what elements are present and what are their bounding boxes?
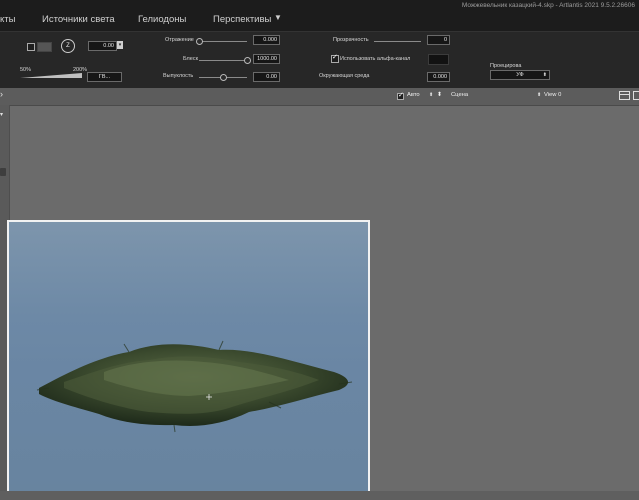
scroll-handle[interactable] [0, 168, 6, 176]
alpha-color-swatch[interactable] [428, 54, 449, 65]
viewport-toolbar: › Авто ⬍ ⬍ Сцена ⬍ View 0 [0, 88, 639, 106]
transparency-field[interactable]: 0 [427, 35, 450, 45]
projection-label: Проецирова [490, 63, 522, 69]
reflection-slider-track[interactable] [199, 41, 247, 42]
updown-arrows-icon: ⬍ [437, 92, 442, 98]
stepper-icon[interactable]: ▾ [117, 41, 123, 49]
layout-icon[interactable] [633, 91, 639, 100]
option-checkbox[interactable] [27, 43, 35, 51]
alpha-checkbox[interactable] [331, 53, 339, 63]
updown-arrows-icon: ⬍ [537, 92, 542, 98]
reflection-label: Отражение [165, 37, 194, 43]
environment-field[interactable]: 0.000 [427, 72, 450, 82]
alpha-label: Использовать альфа-канал [340, 56, 411, 62]
focal-letter: Z [66, 43, 70, 49]
tab-perspectives[interactable]: Перспективы [213, 14, 271, 25]
tab-objects[interactable]: кты [0, 14, 15, 25]
shine-slider-knob[interactable] [244, 57, 251, 64]
updown-arrows-icon[interactable]: ⬍ [429, 92, 433, 98]
render-preview[interactable] [7, 220, 370, 494]
focal-dial-icon[interactable]: Z [61, 39, 75, 53]
updown-arrows-icon: ⬍ [542, 72, 547, 78]
transparency-slider-track[interactable] [374, 41, 421, 42]
chevron-right-icon[interactable]: › [0, 89, 3, 99]
focal-value-field[interactable]: 0.00 [88, 41, 117, 51]
juniper-render-image [36, 340, 353, 433]
shine-field[interactable]: 1000.00 [253, 54, 280, 64]
menu-bar: кты Источники света Гелиодоны Перспектив… [0, 0, 639, 31]
reflection-slider-knob[interactable] [196, 38, 203, 45]
tab-lights[interactable]: Источники света [42, 14, 115, 25]
properties-panel: Z 0.00 ▾ 50% 200% ГВ... Отражение 0.000 … [0, 31, 639, 89]
shine-slider-track[interactable] [199, 60, 247, 61]
chevron-down-icon[interactable]: ▼ [274, 13, 282, 22]
status-bar [0, 491, 639, 500]
view-selector[interactable]: View 0 [544, 92, 561, 98]
tab-heliodons[interactable]: Гелиодоны [138, 14, 186, 25]
projection-select[interactable]: УФ ⬍ [490, 70, 550, 80]
bump-label: Выпуклость [163, 73, 194, 79]
scene-selector[interactable]: Сцена [451, 92, 468, 98]
color-swatch[interactable] [37, 42, 52, 52]
scale-button[interactable]: ГВ... [87, 72, 122, 82]
auto-checkbox[interactable] [397, 91, 404, 100]
bump-slider-knob[interactable] [220, 74, 227, 81]
shine-label: Блеск [183, 56, 198, 62]
auto-label: Авто [407, 92, 420, 98]
transparency-label: Прозрачность [333, 37, 369, 43]
projection-value: УФ [516, 72, 524, 78]
app-title: Можжевельник казацкий-4.skp - Artlantis … [461, 2, 635, 9]
window-icon[interactable] [619, 91, 630, 100]
scale-slider[interactable] [20, 73, 84, 79]
reflection-field[interactable]: 0.000 [253, 35, 280, 45]
chevron-down-icon[interactable]: ▾ [0, 111, 3, 118]
environment-label: Окружающая среда [319, 73, 370, 79]
bump-field[interactable]: 0.00 [253, 72, 280, 82]
